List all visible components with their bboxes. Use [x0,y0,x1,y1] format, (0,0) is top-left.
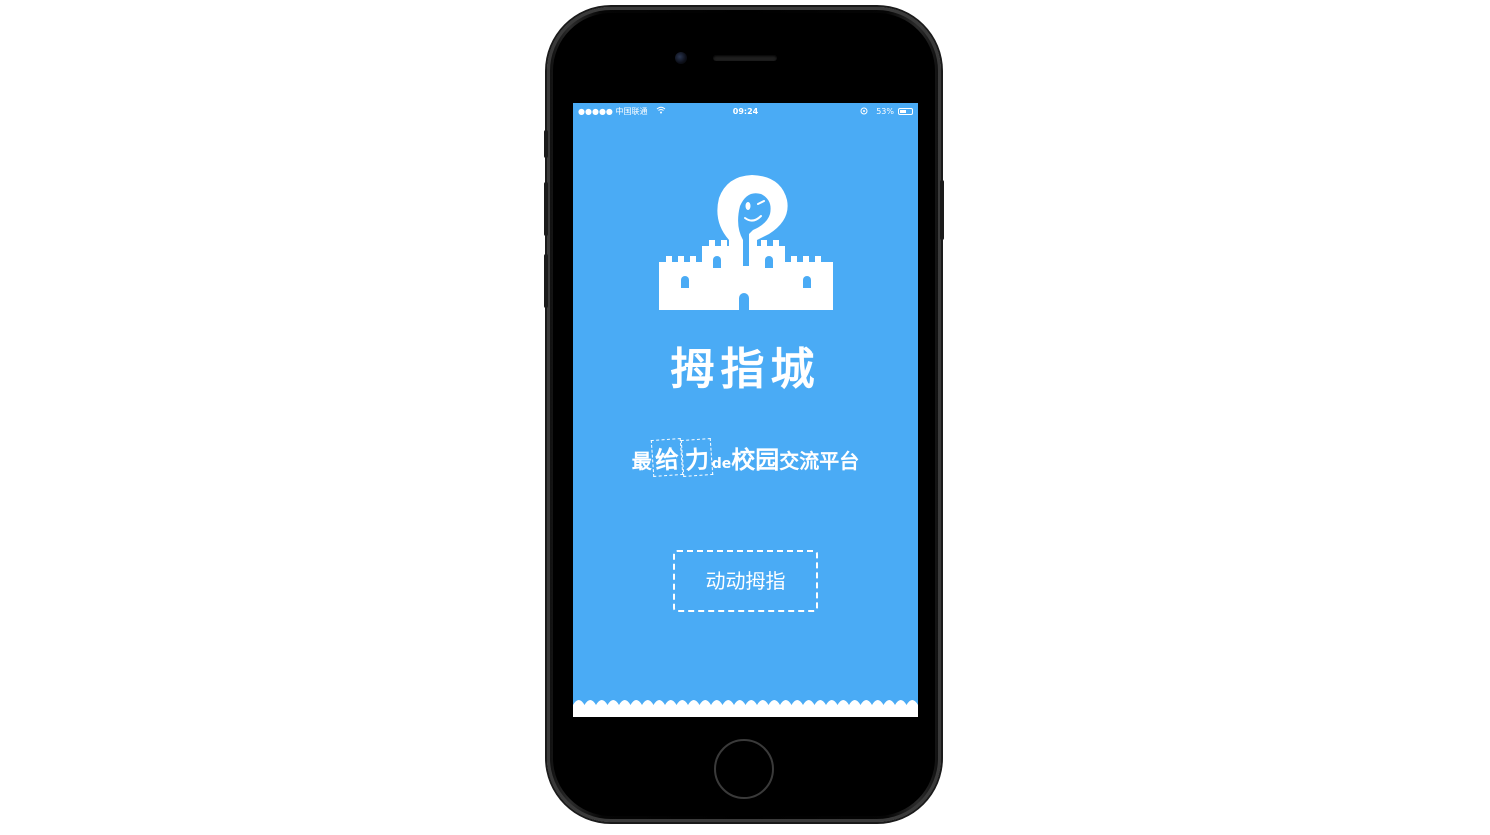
tagline-part-2: 给 [650,437,683,478]
app-screen: ●●●●● 中国联通 09:24 53% 拇指城 最给 力 de校园交流平台 动… [573,103,918,717]
volume-down-button [544,254,548,308]
wave-footer [573,700,918,717]
mute-switch [544,130,548,158]
volume-up-button [544,182,548,236]
battery-level-fill [900,110,906,113]
power-button [940,180,944,240]
tagline-part-5: 校园 [731,446,780,474]
location-icon [860,107,868,115]
battery-percent: 53% [876,107,894,116]
battery-icon [898,108,913,115]
tagline-part-6: 交流平台 [779,449,860,473]
earpiece-speaker [713,55,777,61]
castle-mascot-icon [659,175,833,310]
tagline-part-3: 力 [680,437,713,478]
front-camera-icon [675,52,687,64]
tagline: 最给力 de校园交流平台 [573,437,918,478]
start-button[interactable]: 动动拇指 [673,550,818,612]
tagline-part-1: 最 [631,449,652,473]
tagline-part-4: de [711,456,732,472]
home-button[interactable] [714,739,774,799]
status-bar: ●●●●● 中国联通 09:24 53% [573,103,918,121]
brand-name: 拇指城 [670,344,821,395]
status-right: 53% [860,103,894,121]
